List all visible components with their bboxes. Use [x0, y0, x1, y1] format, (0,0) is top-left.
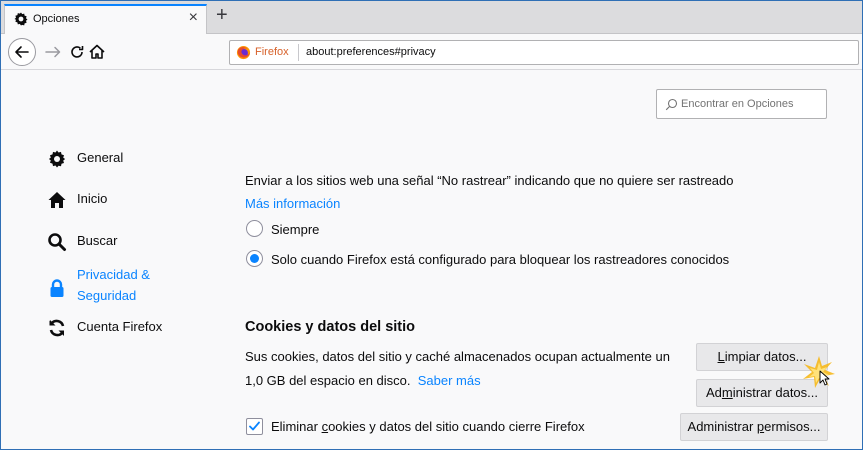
more-info-link[interactable]: Más información [245, 196, 340, 211]
cookies-usage-text: 1,0 GB del espacio en disco. [245, 373, 411, 388]
manage-data-accesskey: m [721, 385, 733, 400]
manage-permissions-button[interactable]: Administrar permisos... [680, 413, 828, 441]
radio-solo-cuando[interactable] [246, 250, 263, 267]
manage-data-label-pre: Ad [705, 385, 722, 400]
search-icon [665, 98, 678, 111]
clear-data-label: impiar datos... [724, 349, 807, 364]
reload-icon[interactable] [67, 42, 87, 62]
search-input[interactable]: Encontrar en Opciones [656, 89, 827, 119]
preferences-content: Encontrar en Opciones General Inicio Bus… [1, 71, 862, 449]
close-tab-button[interactable]: × [189, 10, 198, 26]
delete-on-close-label: Eliminar cookies y datos del sitio cuand… [271, 419, 585, 434]
browser-window: Opciones × + Firefox about:preferences#p… [0, 0, 863, 450]
sync-icon [49, 319, 65, 337]
delete-on-close-checkbox[interactable] [246, 418, 263, 435]
click-highlight-cursor-icon [803, 356, 835, 388]
gear-icon [14, 12, 28, 26]
forward-arrow-icon[interactable] [43, 42, 63, 62]
tab-label: Opciones [33, 13, 80, 25]
sidebar-item-label-line1: Privacidad & [77, 267, 150, 282]
gear-icon [48, 150, 66, 168]
sidebar-item-label: Cuenta Firefox [77, 319, 163, 334]
radio-siempre-label: Siempre [271, 222, 320, 237]
nav-bar: Firefox about:preferences#privacy [1, 34, 862, 70]
tab-opciones[interactable]: Opciones × [4, 4, 207, 34]
delete-on-close-label-post: ookies y datos del sitio cuando cierre F… [328, 419, 585, 434]
delete-on-close-label-pre: Eliminar [271, 419, 322, 434]
lock-icon [50, 279, 64, 297]
sidebar-item-label-line2: Seguridad [77, 288, 137, 303]
sidebar-item-label: Buscar [77, 233, 118, 248]
sidebar-item-label: Inicio [77, 191, 108, 206]
cookies-usage: 1,0 GB del espacio en disco. Saber más [245, 373, 481, 388]
url-bar[interactable]: Firefox about:preferences#privacy [229, 40, 859, 65]
url-separator [298, 44, 299, 61]
url-text[interactable]: about:preferences#privacy [306, 46, 436, 58]
search-icon [48, 233, 66, 251]
firefox-logo-icon [236, 45, 251, 60]
home-icon[interactable] [87, 42, 107, 62]
manage-permissions-label: ermisos... [764, 419, 821, 434]
back-arrow-icon [15, 46, 29, 58]
manage-permissions-label-pre: Administrar [687, 419, 757, 434]
cookies-description: Sus cookies, datos del sitio y caché alm… [245, 349, 670, 364]
cookies-section-title: Cookies y datos del sitio [245, 319, 416, 335]
search-placeholder: Encontrar en Opciones [681, 98, 794, 110]
new-tab-button[interactable]: + [216, 4, 228, 26]
radio-siempre[interactable] [246, 220, 263, 237]
do-not-track-description: Enviar a los sitios web una señal “No ra… [245, 173, 734, 188]
back-button[interactable] [8, 38, 36, 66]
tab-strip: Opciones × + [1, 1, 862, 34]
clear-data-accesskey: L [717, 349, 725, 364]
learn-more-link[interactable]: Saber más [418, 373, 481, 388]
url-identity-label: Firefox [255, 46, 289, 58]
radio-solo-cuando-label: Solo cuando Firefox está configurado par… [271, 252, 730, 267]
sidebar-item-label: General [77, 150, 124, 165]
checkmark-icon [249, 421, 260, 431]
home-icon [48, 192, 66, 208]
